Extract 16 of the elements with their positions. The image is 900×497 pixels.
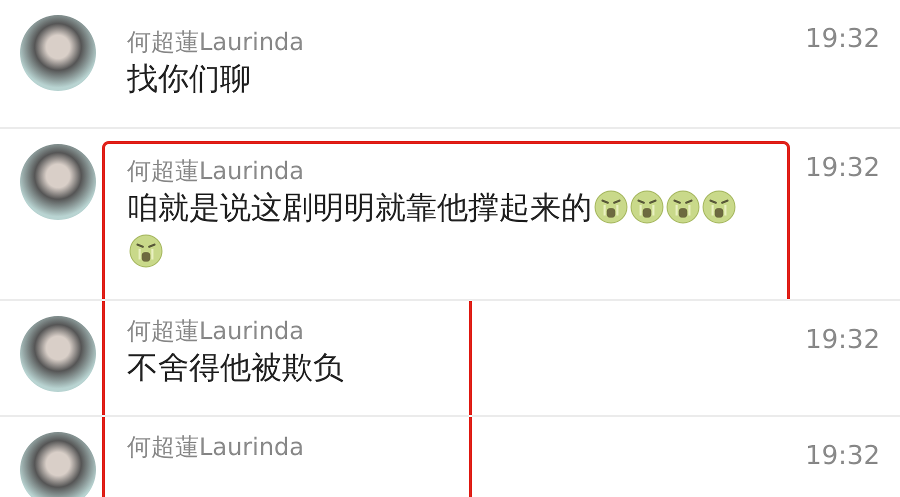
crying-face-icon	[594, 190, 628, 224]
message-time: 19:32	[805, 325, 880, 357]
crying-face-icon	[702, 190, 736, 224]
crying-face-icon	[129, 234, 163, 268]
message-time: 19:32	[805, 24, 880, 54]
sender-name: 何超蓮Laurinda	[127, 432, 305, 462]
sender-name: 何超蓮Laurinda	[127, 27, 304, 57]
message-text: 找你们聊	[127, 61, 251, 97]
message-text: 不舍得他被欺负	[127, 350, 344, 386]
crying-face-icon	[630, 190, 664, 224]
sender-name: 何超蓮Laurinda	[127, 316, 305, 346]
message-time: 19:32	[805, 153, 880, 185]
crying-face-icon	[666, 190, 700, 224]
sender-name: 何超蓮Laurinda	[127, 156, 305, 186]
message-text: 咱就是说这剧明明就靠他撑起来的	[127, 190, 592, 226]
message-time: 19:32	[805, 441, 880, 471]
